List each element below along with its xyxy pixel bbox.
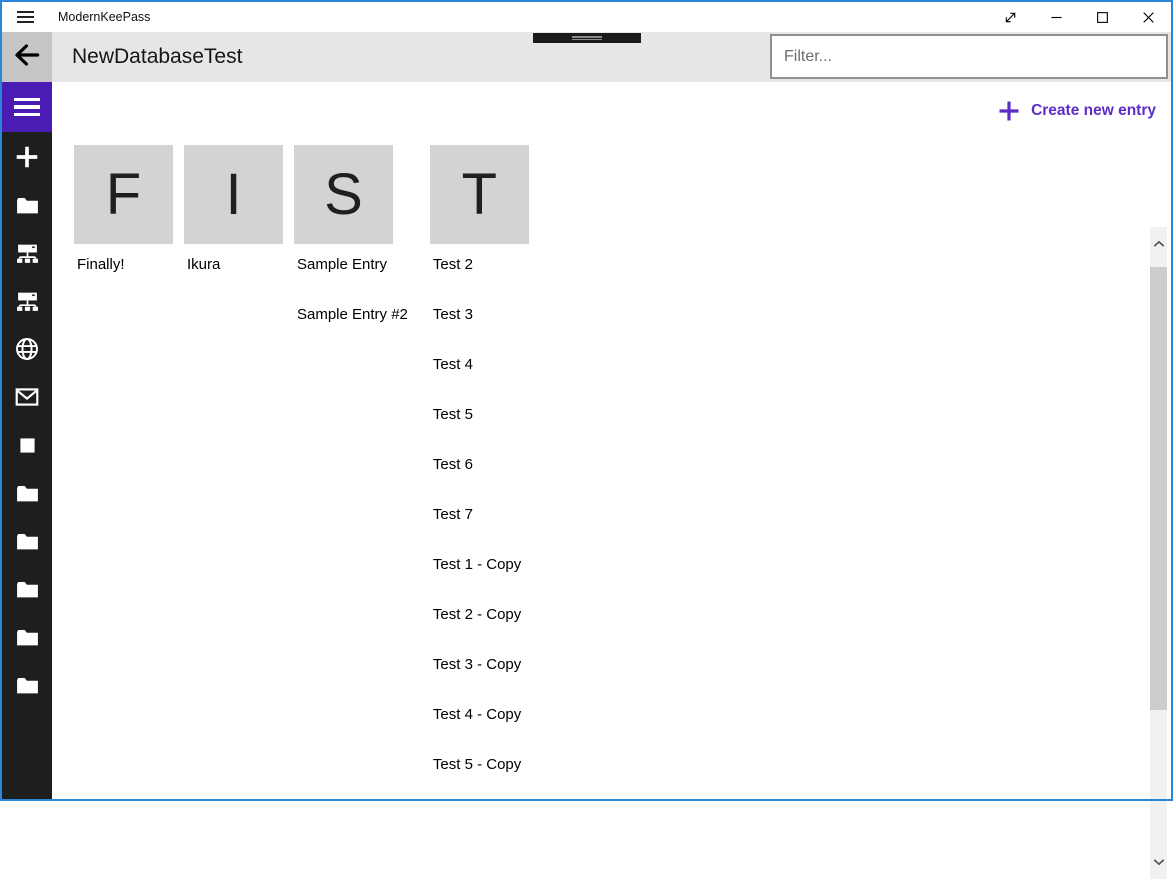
scrollbar[interactable] (1150, 227, 1167, 879)
group-letter: S (324, 166, 363, 224)
entry-item[interactable]: Test 4 (433, 356, 521, 406)
window-controls (987, 2, 1171, 32)
back-button[interactable] (2, 32, 52, 82)
titlebar: ModernKeePass (2, 2, 1171, 32)
entry-group: F Finally! (74, 145, 184, 306)
entry-item[interactable]: Test 2 - Copy (433, 606, 521, 656)
hamburger-icon (17, 11, 34, 13)
group-header-tile[interactable]: T (430, 145, 529, 244)
entry-item[interactable]: Test 5 (433, 406, 521, 456)
entry-item[interactable]: Test 5 - Copy (433, 756, 521, 806)
entry-groups: F Finally! I Ikura S Sample EntrySample Entry… (74, 145, 543, 806)
group-header-tile[interactable]: S (294, 145, 393, 244)
group-entries: Ikura (184, 244, 294, 306)
sidebar-item[interactable] (2, 661, 52, 709)
entry-item[interactable]: Test 2 (433, 256, 521, 306)
sidebar-item[interactable] (2, 373, 52, 421)
entry-group: TTest 2Test 3Test 4Test 5Test 6Test 7Tes… (430, 145, 543, 806)
chevron-down-icon (1153, 853, 1165, 871)
fullscreen-icon (1003, 10, 1018, 25)
entry-item[interactable]: Test 1 - Copy (433, 556, 521, 606)
sidebar (2, 82, 52, 799)
sidebar-item[interactable] (2, 181, 52, 229)
entry-item[interactable]: Sample Entry (297, 256, 408, 306)
minimize-button[interactable] (1033, 2, 1079, 32)
create-new-entry-label: Create new entry (1031, 102, 1156, 120)
filter-input[interactable] (770, 34, 1168, 79)
mail-icon (14, 384, 40, 410)
group-header-tile[interactable]: F (74, 145, 173, 244)
folder-icon (15, 673, 40, 698)
globe-icon (14, 336, 40, 362)
sidebar-item[interactable] (2, 565, 52, 613)
hamburger-icon (14, 98, 40, 102)
folder-icon (15, 577, 40, 602)
sidebar-item[interactable] (2, 133, 52, 181)
network-drive-icon (15, 289, 40, 314)
sidebar-item[interactable] (2, 469, 52, 517)
scroll-down-button[interactable] (1150, 847, 1167, 877)
titlebar-hamburger-button[interactable] (8, 2, 42, 32)
folder-icon (15, 193, 40, 218)
maximize-icon (1097, 12, 1108, 23)
page-title: NewDatabaseTest (72, 32, 242, 82)
network-drive-icon (15, 241, 40, 266)
chevron-up-icon (1153, 235, 1165, 253)
entry-item[interactable]: Test 3 (433, 306, 521, 356)
folder-icon (15, 529, 40, 554)
group-entries: Test 2Test 3Test 4Test 5Test 6Test 7Test… (430, 244, 543, 806)
group-entries: Finally! (74, 244, 184, 306)
minimize-icon (1051, 12, 1062, 23)
entry-item[interactable]: Finally! (77, 256, 162, 306)
scrollbar-thumb[interactable] (1150, 267, 1167, 710)
fullscreen-button[interactable] (987, 2, 1033, 32)
entry-group: S Sample EntrySample Entry #2 (294, 145, 430, 356)
folder-icon (15, 625, 40, 650)
sidebar-item[interactable] (2, 517, 52, 565)
group-letter: I (225, 166, 241, 224)
main-content: Create new entry F Finally! I Ikura S Sample … (52, 82, 1171, 799)
sidebar-item[interactable] (2, 421, 52, 469)
entry-group: I Ikura (184, 145, 294, 306)
app-title: ModernKeePass (58, 10, 150, 24)
group-entries: Sample EntrySample Entry #2 (294, 244, 430, 356)
group-header-tile[interactable]: I (184, 145, 283, 244)
entry-item[interactable]: Ikura (187, 256, 272, 306)
entry-item[interactable]: Test 7 (433, 506, 521, 556)
plus-icon (14, 144, 40, 170)
entry-item[interactable]: Test 4 - Copy (433, 706, 521, 756)
entry-item[interactable]: Test 3 - Copy (433, 656, 521, 706)
folder-icon (15, 481, 40, 506)
square-icon (19, 437, 36, 454)
sidebar-item[interactable] (2, 229, 52, 277)
entry-item[interactable]: Test 6 (433, 456, 521, 506)
create-new-entry-button[interactable]: Create new entry (997, 99, 1156, 123)
appbar-peek-handle[interactable] (533, 33, 641, 43)
entry-item[interactable]: Sample Entry #2 (297, 306, 408, 356)
sidebar-item[interactable] (2, 325, 52, 373)
sidebar-menu-button[interactable] (2, 82, 52, 132)
maximize-button[interactable] (1079, 2, 1125, 32)
grip-icon (572, 36, 602, 38)
sidebar-item[interactable] (2, 277, 52, 325)
back-arrow-icon (12, 40, 42, 75)
close-button[interactable] (1125, 2, 1171, 32)
group-letter: T (462, 166, 497, 224)
plus-icon (997, 99, 1021, 123)
group-letter: F (106, 166, 141, 224)
scroll-up-button[interactable] (1150, 229, 1167, 259)
sidebar-item[interactable] (2, 613, 52, 661)
sidebar-items (2, 132, 52, 709)
close-icon (1143, 12, 1154, 23)
